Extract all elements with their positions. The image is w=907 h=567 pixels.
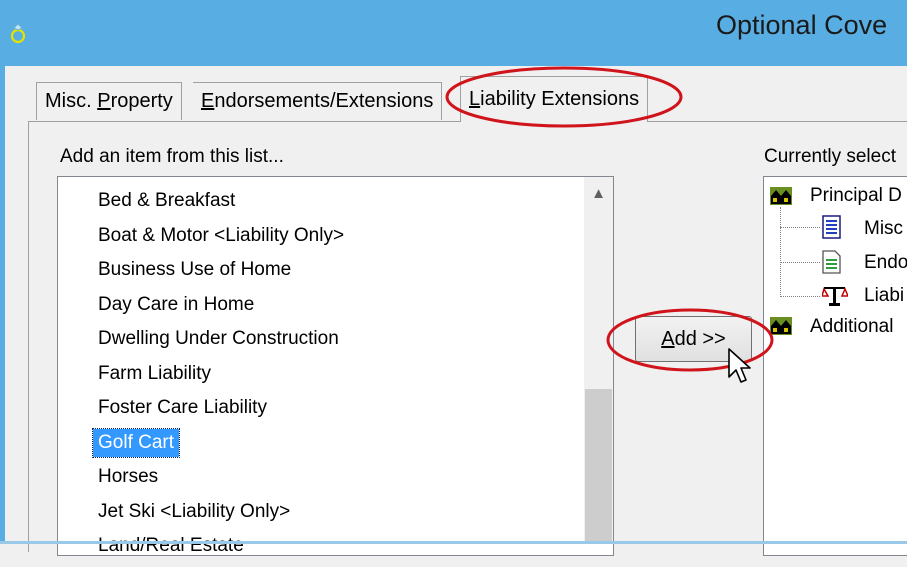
list-item[interactable]: Jet Ski <Liability Only> xyxy=(93,498,349,533)
list-item-text: Business Use of Home xyxy=(98,259,292,280)
list-item[interactable]: Horses xyxy=(93,463,349,498)
tab-label-post: ndorsements/Extensions xyxy=(214,90,434,112)
houses-icon xyxy=(770,187,792,205)
list-item[interactable]: Farm Liability xyxy=(93,360,349,395)
scales-icon xyxy=(822,287,848,306)
selected-list-label: Currently select xyxy=(764,146,896,167)
window-frame-left xyxy=(0,66,5,544)
tree-node-principal[interactable]: Principal D xyxy=(810,184,902,208)
list-item-text: Dwelling Under Construction xyxy=(98,328,339,349)
tree-node-liability[interactable]: Liabi xyxy=(864,284,904,308)
document-blue-icon xyxy=(822,215,841,239)
list-item-text: Farm Liability xyxy=(98,362,211,384)
available-items-list[interactable]: Bed & Breakfast Boat & Motor <Liability … xyxy=(57,176,614,556)
list-item[interactable]: Foster Care Liability xyxy=(93,394,349,429)
scroll-up-arrow-icon[interactable]: ▲ xyxy=(584,185,613,207)
list-item[interactable]: Dwelling Under Construction xyxy=(93,325,349,360)
mouse-pointer-icon xyxy=(728,348,751,383)
title-bar: Optional Cove xyxy=(0,0,907,66)
list-item[interactable]: Land/Real Estate xyxy=(93,532,349,567)
tree-node-additional[interactable]: Additional xyxy=(810,315,893,339)
tab-endorsements-extensions[interactable]: Endorsements/Extensions xyxy=(193,82,443,120)
list-item-text: Bed & Breakfast xyxy=(98,190,236,211)
tree-connector xyxy=(780,227,820,228)
list-scrollbar[interactable]: ▲ xyxy=(584,177,613,544)
scroll-thumb[interactable] xyxy=(585,389,612,544)
add-button-mnemonic: A xyxy=(661,328,675,350)
tab-label-pre: Misc. xyxy=(45,90,98,112)
tab-label-mnemonic: E xyxy=(201,90,215,112)
list-item-text: Land/Real Estate xyxy=(98,535,244,556)
houses-icon xyxy=(770,317,792,335)
list-item[interactable]: Bed & Breakfast xyxy=(93,187,349,222)
selected-items-tree[interactable]: Principal D Misc Endo Liabi Additional xyxy=(763,176,907,556)
list-item-text: Boat & Motor <Liability Only> xyxy=(98,224,345,246)
tab-label-mnemonic: L xyxy=(469,88,481,110)
tab-misc-property[interactable]: Misc. Property xyxy=(36,82,182,120)
list-item-text: Foster Care Liability xyxy=(98,397,267,418)
tree-connector xyxy=(780,296,820,297)
tab-liability-extensions[interactable]: Liability Extensions xyxy=(460,76,649,122)
list-item-text: Day Care in Home xyxy=(98,293,255,315)
tree-connector xyxy=(780,262,820,263)
tab-label-post: roperty xyxy=(110,90,173,112)
tab-label-post: iability Extensions xyxy=(480,88,640,110)
list-item[interactable]: Business Use of Home xyxy=(93,256,349,291)
add-button-label: dd >> xyxy=(674,328,726,350)
document-green-icon xyxy=(822,250,841,274)
window-title: Optional Cove xyxy=(716,10,888,40)
tree-connector xyxy=(780,207,781,297)
list-item[interactable]: Boat & Motor <Liability Only> xyxy=(93,222,349,257)
available-list-label: Add an item from this list... xyxy=(60,146,284,167)
tree-node-misc[interactable]: Misc xyxy=(864,217,903,241)
app-ring-icon xyxy=(10,23,26,44)
list-item[interactable]: Day Care in Home xyxy=(93,291,349,326)
tab-label-mnemonic: P xyxy=(97,90,111,112)
list-item-selected[interactable]: Golf Cart xyxy=(91,427,349,464)
list-item-text: Golf Cart xyxy=(91,427,181,458)
tree-node-endorsements[interactable]: Endo xyxy=(864,251,907,275)
list-item-text: Horses xyxy=(98,466,159,487)
list-item-text: Jet Ski <Liability Only> xyxy=(98,500,291,522)
